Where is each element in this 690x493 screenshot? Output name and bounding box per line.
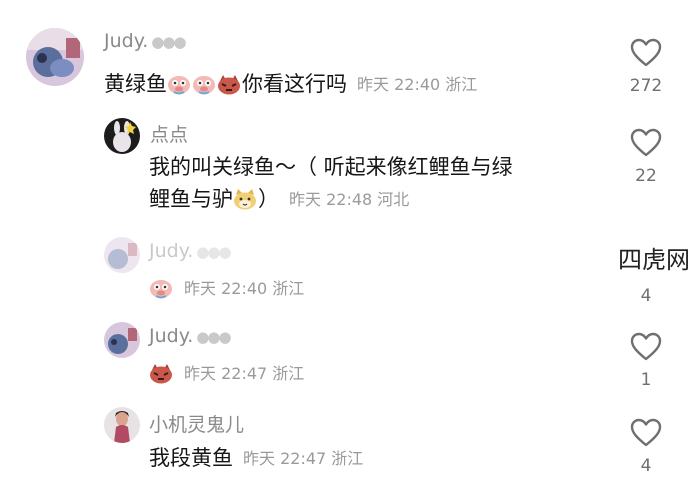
timestamp: 昨天 22:48 <box>289 190 373 209</box>
username[interactable]: 小机灵鬼儿 <box>149 410 244 437</box>
comment-text-part: 你看这行吗 <box>242 72 347 96</box>
comment-text-line: 我的叫关绿鱼～（ 听起来像红鲤鱼与绿 <box>149 155 513 179</box>
comment-text: 黄绿鱼 你看这行吗 昨天 22:40 浙江 <box>104 68 477 101</box>
username[interactable]: Judy. ●●● <box>149 325 232 347</box>
location: 河北 <box>377 190 410 209</box>
comment-meta: 昨天 22:48 河北 <box>289 190 409 209</box>
decoration-icon: ●●● <box>196 328 231 346</box>
avatar[interactable] <box>104 118 140 154</box>
username-text: 点点 <box>150 124 189 146</box>
comment-text-part: ） <box>258 187 279 211</box>
like-count: 4 <box>640 456 652 476</box>
timestamp: 昨天 22:40 <box>357 75 441 94</box>
comment-text-part: 鲤鱼与驴 <box>149 187 233 211</box>
comment-text-part: 黄绿鱼 <box>104 72 167 96</box>
username[interactable]: 点点 <box>150 120 188 147</box>
red-face-emoji-icon <box>218 75 240 95</box>
heart-icon <box>630 418 662 447</box>
decoration-icon: ●●● <box>151 33 186 51</box>
heart-icon <box>630 128 662 157</box>
avatar[interactable] <box>104 237 140 273</box>
heart-icon <box>630 38 662 67</box>
decoration-icon: ●●● <box>196 243 231 261</box>
pig-emoji-icon <box>168 76 190 95</box>
like-button[interactable]: 22 <box>626 128 666 186</box>
red-face-emoji-icon <box>150 364 172 384</box>
watermark: 四虎网 <box>612 240 690 275</box>
username-text: Judy. <box>149 325 194 347</box>
comment-text-line: 鲤鱼与驴 ） 昨天 22:48 河北 <box>149 183 513 216</box>
like-count: 22 <box>635 166 657 186</box>
comment-text: 昨天 22:40 浙江 <box>149 272 304 305</box>
comment-meta: 昨天 22:40 浙江 <box>184 279 304 298</box>
comment-text: 我的叫关绿鱼～（ 听起来像红鲤鱼与绿 鲤鱼与驴 ） 昨天 22:48 河北 <box>149 151 513 216</box>
like-count: 4 <box>640 286 652 306</box>
comment-text-part: 我段黄鱼 <box>149 446 233 470</box>
location: 浙江 <box>272 364 305 383</box>
pig-emoji-icon <box>150 280 172 299</box>
comment-meta: 昨天 22:40 浙江 <box>357 75 477 94</box>
location: 浙江 <box>272 279 305 298</box>
comment-text: 昨天 22:47 浙江 <box>149 357 304 390</box>
username-text: 小机灵鬼儿 <box>149 414 245 436</box>
timestamp: 昨天 22:40 <box>184 279 268 298</box>
username-text: Judy. <box>149 240 194 262</box>
comment-meta: 昨天 22:47 浙江 <box>243 449 363 468</box>
comment-text: 我段黄鱼 昨天 22:47 浙江 <box>149 442 363 475</box>
location: 浙江 <box>445 75 478 94</box>
location: 浙江 <box>331 449 364 468</box>
avatar[interactable] <box>26 28 84 86</box>
comment-meta: 昨天 22:47 浙江 <box>184 364 304 383</box>
like-count: 272 <box>629 76 663 96</box>
cat-emoji-icon <box>234 189 256 210</box>
like-button[interactable]: 4 <box>626 418 666 476</box>
timestamp: 昨天 22:47 <box>243 449 327 468</box>
avatar[interactable] <box>104 322 140 358</box>
like-button[interactable]: 1 <box>626 332 666 390</box>
username[interactable]: Judy. ●●● <box>104 30 187 52</box>
username[interactable]: Judy. ●●● <box>149 240 232 262</box>
timestamp: 昨天 22:47 <box>184 364 268 383</box>
heart-icon <box>630 332 662 361</box>
like-button[interactable]: 272 <box>626 38 666 96</box>
like-count: 1 <box>640 370 652 390</box>
username-text: Judy. <box>104 30 149 52</box>
pig-emoji-icon <box>193 76 215 95</box>
avatar[interactable] <box>104 407 140 443</box>
